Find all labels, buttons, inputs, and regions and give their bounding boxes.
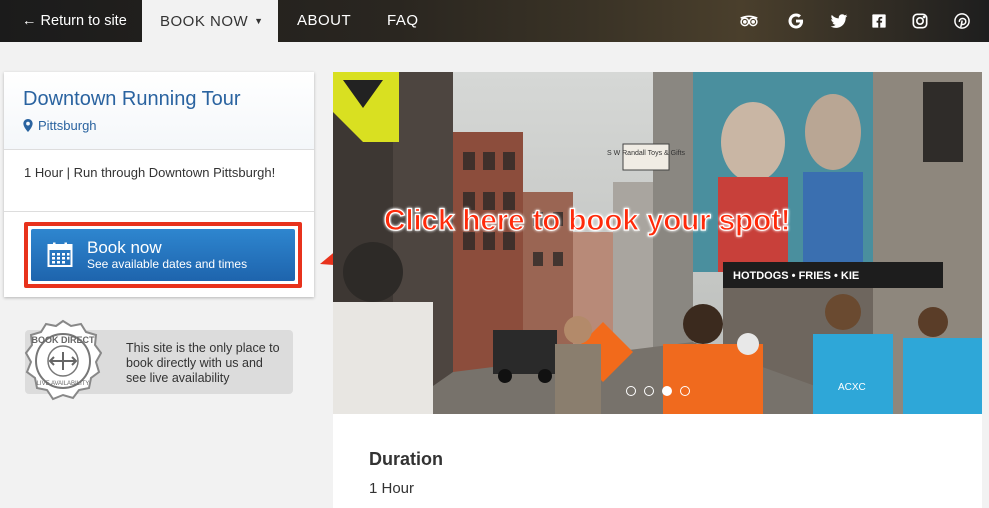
tour-location-label: Pittsburgh [38, 118, 97, 133]
book-now-button[interactable]: Book now See available dates and times [31, 229, 295, 281]
book-direct-seal-icon: BOOK DIRECT LIVE AVAILABILITY [24, 319, 102, 401]
tour-location: Pittsburgh [23, 118, 314, 133]
caret-down-icon: ▼ [254, 16, 264, 26]
book-now-highlight: Book now See available dates and times [24, 222, 302, 288]
carousel-dots [626, 386, 690, 396]
nav-faq[interactable]: FAQ [387, 0, 419, 42]
book-now-sublabel: See available dates and times [87, 257, 248, 271]
tour-card: Downtown Running Tour Pittsburgh 1 Hour … [4, 72, 314, 297]
nav-about[interactable]: ABOUT [297, 0, 351, 42]
pinterest-icon[interactable] [950, 9, 974, 33]
seal-bottom-text: LIVE AVAILABILITY [37, 381, 90, 387]
instagram-icon[interactable] [908, 9, 932, 33]
book-callout-text: Click here to book your spot! [383, 203, 791, 237]
carousel-dot[interactable] [626, 386, 636, 396]
return-to-site-link[interactable]: ← Return to site [22, 0, 127, 42]
hero-carousel[interactable]: S W Randall Toys & Gifts HOTDOGS • FRIES… [333, 72, 982, 414]
carousel-dot[interactable] [680, 386, 690, 396]
map-pin-icon [23, 119, 33, 132]
shirt-text: ACXC [838, 382, 866, 393]
nav-book-now[interactable]: BOOK NOW ▼ [142, 0, 278, 42]
book-now-label: Book now [87, 238, 162, 257]
book-direct-message: This site is the only place to book dire… [126, 341, 280, 385]
shop-sign-text: HOTDOGS • FRIES • KIE [733, 270, 859, 282]
duration-heading: Duration [369, 449, 443, 469]
street-sign-text: S W Randall Toys & Gifts [607, 150, 686, 157]
google-icon[interactable] [784, 9, 808, 33]
carousel-dot[interactable] [644, 386, 654, 396]
tour-card-header: Downtown Running Tour Pittsburgh [4, 72, 314, 150]
hero-photo: S W Randall Toys & Gifts HOTDOGS • FRIES… [333, 72, 982, 414]
tour-details: Duration 1 Hour [333, 414, 982, 508]
calendar-icon [47, 242, 73, 267]
seal-top-text: BOOK DIRECT [32, 335, 96, 345]
top-nav: ← Return to site BOOK NOW ▼ ABOUT FAQ [0, 0, 989, 42]
facebook-icon[interactable] [867, 9, 891, 33]
nav-book-label: BOOK NOW [160, 13, 249, 30]
tour-description: 1 Hour | Run through Downtown Pittsburgh… [4, 150, 314, 212]
tour-title: Downtown Running Tour [23, 88, 241, 110]
twitter-icon[interactable] [827, 9, 851, 33]
carousel-dot-active[interactable] [662, 386, 672, 396]
tripadvisor-icon[interactable] [737, 9, 761, 33]
duration-value: 1 Hour [369, 480, 415, 497]
